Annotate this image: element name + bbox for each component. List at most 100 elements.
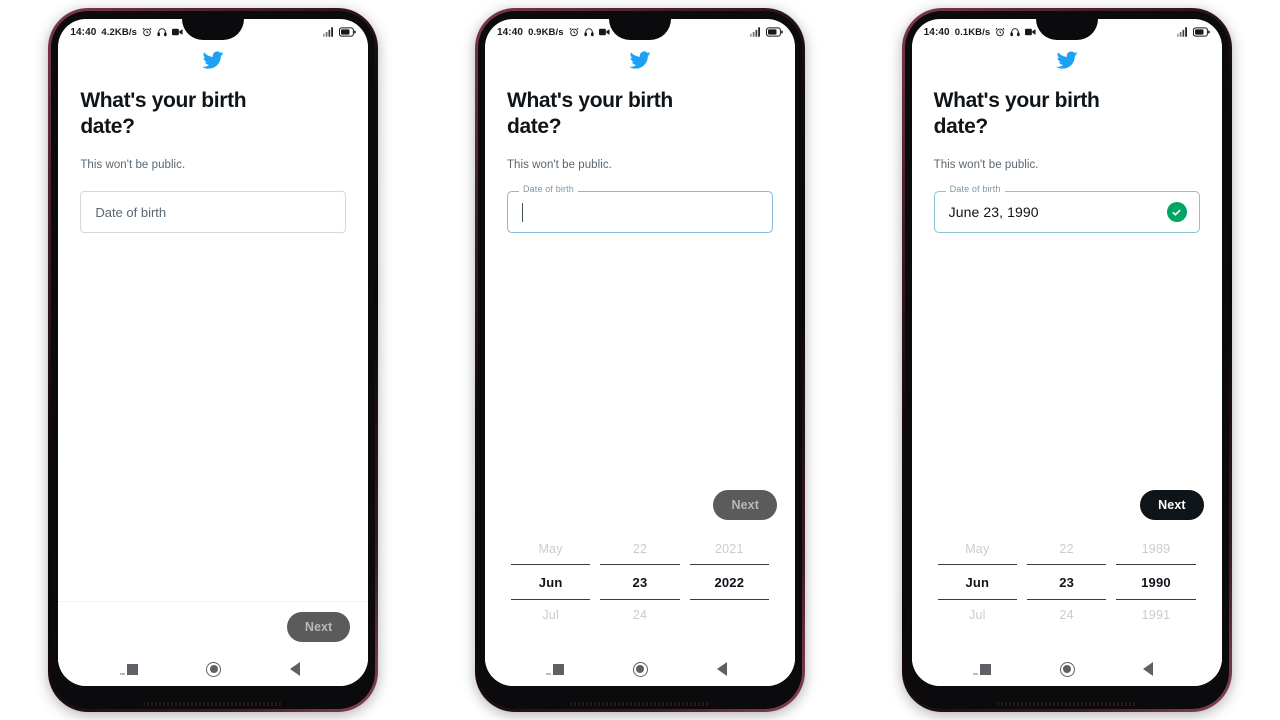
- wheel-item-selected[interactable]: 23: [600, 564, 680, 600]
- date-picker-year-wheel[interactable]: 2021 2022: [689, 534, 769, 630]
- date-of-birth-input[interactable]: Date of birth: [506, 185, 773, 234]
- wheel-item-selected[interactable]: Jun: [937, 564, 1017, 600]
- phone-focused: 14:40 0.9KB/s What's your birth date? Th…: [474, 8, 805, 712]
- back-triangle-icon[interactable]: [289, 662, 300, 676]
- wheel-item-below[interactable]: Jul: [938, 600, 1017, 630]
- wheel-item-below[interactable]: 24: [600, 600, 679, 630]
- battery-icon: [765, 27, 783, 37]
- speaker-grille: [569, 702, 710, 706]
- wheel-item-below[interactable]: 1991: [1116, 600, 1195, 630]
- android-nav-bar: [484, 652, 795, 686]
- next-button[interactable]: Next: [713, 490, 777, 520]
- privacy-note: This won't be public.: [933, 159, 1039, 172]
- date-picker-month-wheel[interactable]: May Jun Jul: [937, 534, 1017, 630]
- date-of-birth-label: Date of birth: [518, 185, 578, 195]
- wheel-item-above[interactable]: 1989: [1116, 534, 1195, 564]
- date-of-birth-input[interactable]: Date of birth: [80, 191, 347, 234]
- phone-filled: 14:40 0.1KB/s What's your birth date? Th…: [901, 8, 1232, 712]
- form-content: What's your birth date? This won't be pu…: [58, 74, 368, 234]
- signal-bars-icon: [323, 27, 335, 37]
- home-circle-icon[interactable]: [1059, 661, 1075, 677]
- recents-square-icon[interactable]: [546, 663, 565, 675]
- alarm-icon: [569, 27, 579, 37]
- screenshot-stage: 14:40 4.2KB/s What's your birth date? Th…: [0, 0, 1280, 720]
- date-picker-day-wheel[interactable]: 22 23 24: [600, 534, 680, 630]
- status-bar-left: 14:40 0.1KB/s: [924, 27, 1037, 38]
- wheel-item-above[interactable]: 2021: [690, 534, 769, 564]
- video-record-icon: [171, 27, 183, 37]
- phone-screen: 14:40 4.2KB/s What's your birth date? Th…: [58, 19, 369, 686]
- signal-bars-icon: [749, 27, 762, 37]
- form-content: What's your birth date? This won't be pu…: [912, 74, 1222, 234]
- text-caret: [521, 202, 524, 222]
- wheel-item-selected[interactable]: 1990: [1116, 564, 1196, 600]
- speaker-grille: [143, 702, 284, 706]
- action-bar: Next: [912, 479, 1222, 530]
- status-network-speed: 0.9KB/s: [528, 26, 564, 38]
- back-triangle-icon[interactable]: [1143, 662, 1154, 676]
- wheel-item-above[interactable]: May: [938, 534, 1017, 564]
- status-time: 14:40: [496, 26, 524, 38]
- android-nav-bar: [58, 652, 369, 686]
- date-of-birth-input[interactable]: Date of birth June 23, 1990: [933, 185, 1200, 234]
- recents-square-icon[interactable]: [972, 663, 991, 675]
- wheel-item-above[interactable]: 22: [600, 534, 679, 564]
- wheel-item-below[interactable]: 24: [1027, 600, 1106, 630]
- battery-icon: [1192, 27, 1210, 37]
- app-content: What's your birth date? This won't be pu…: [58, 45, 369, 652]
- headphones-icon: [1010, 27, 1020, 37]
- date-of-birth-field-wrapper: Date of birth: [506, 185, 773, 234]
- date-picker-day-wheel[interactable]: 22 23 24: [1026, 534, 1107, 630]
- android-nav-bar: [911, 652, 1222, 686]
- date-picker[interactable]: May Jun Jul 22 23 24 1989 1990 1991: [912, 530, 1222, 652]
- home-circle-icon[interactable]: [632, 661, 648, 677]
- next-button[interactable]: Next: [286, 612, 351, 642]
- action-bar: Next: [485, 479, 795, 530]
- logo-row: [912, 45, 1222, 74]
- battery-icon: [339, 27, 357, 37]
- page-title: What's your birth date?: [506, 89, 673, 138]
- wheel-item-above[interactable]: 22: [1027, 534, 1106, 564]
- date-of-birth-field-wrapper: Date of birth June 23, 1990: [933, 185, 1200, 234]
- date-of-birth-value: June 23, 1990: [948, 204, 1039, 221]
- date-picker[interactable]: May Jun Jul 22 23 24 2021 2022: [485, 530, 795, 652]
- wheel-item-above[interactable]: May: [511, 534, 590, 564]
- status-bar-left: 14:40 4.2KB/s: [70, 27, 183, 38]
- headphones-icon: [157, 27, 167, 37]
- twitter-bird-icon: [202, 51, 224, 70]
- home-circle-icon[interactable]: [206, 661, 222, 677]
- recents-square-icon[interactable]: [119, 663, 138, 675]
- status-bar-right: [1176, 27, 1210, 37]
- action-bar: Next: [58, 601, 369, 652]
- phone-screen: 14:40 0.9KB/s What's your birth date? Th…: [484, 19, 795, 686]
- phone-resting: 14:40 4.2KB/s What's your birth date? Th…: [48, 8, 379, 712]
- wheel-item-below[interactable]: Jul: [511, 600, 590, 630]
- headphones-icon: [584, 27, 594, 37]
- video-record-icon: [598, 27, 610, 37]
- privacy-note: This won't be public.: [80, 159, 186, 172]
- app-content: What's your birth date? This won't be pu…: [484, 45, 795, 652]
- date-picker-month-wheel[interactable]: May Jun Jul: [510, 534, 591, 630]
- next-button[interactable]: Next: [1140, 490, 1204, 520]
- app-content: What's your birth date? This won't be pu…: [911, 45, 1222, 652]
- status-time: 14:40: [923, 26, 950, 38]
- status-time: 14:40: [70, 26, 97, 38]
- wheel-item-selected[interactable]: 23: [1026, 564, 1107, 600]
- wheel-item-below[interactable]: [690, 600, 769, 630]
- back-triangle-icon[interactable]: [716, 662, 727, 676]
- date-of-birth-label: Date of birth: [945, 185, 1005, 195]
- alarm-icon: [142, 27, 152, 37]
- check-circle-icon: [1166, 202, 1187, 223]
- wheel-item-selected[interactable]: Jun: [510, 564, 591, 600]
- page-title: What's your birth date?: [80, 89, 247, 138]
- date-picker-year-wheel[interactable]: 1989 1990 1991: [1116, 534, 1196, 630]
- twitter-bird-icon: [1055, 51, 1078, 70]
- twitter-bird-icon: [628, 51, 651, 70]
- status-network-speed: 0.1KB/s: [954, 26, 991, 38]
- phone-screen: 14:40 0.1KB/s What's your birth date? Th…: [911, 19, 1222, 686]
- signal-bars-icon: [1176, 27, 1189, 37]
- wheel-item-selected[interactable]: 2022: [689, 564, 769, 600]
